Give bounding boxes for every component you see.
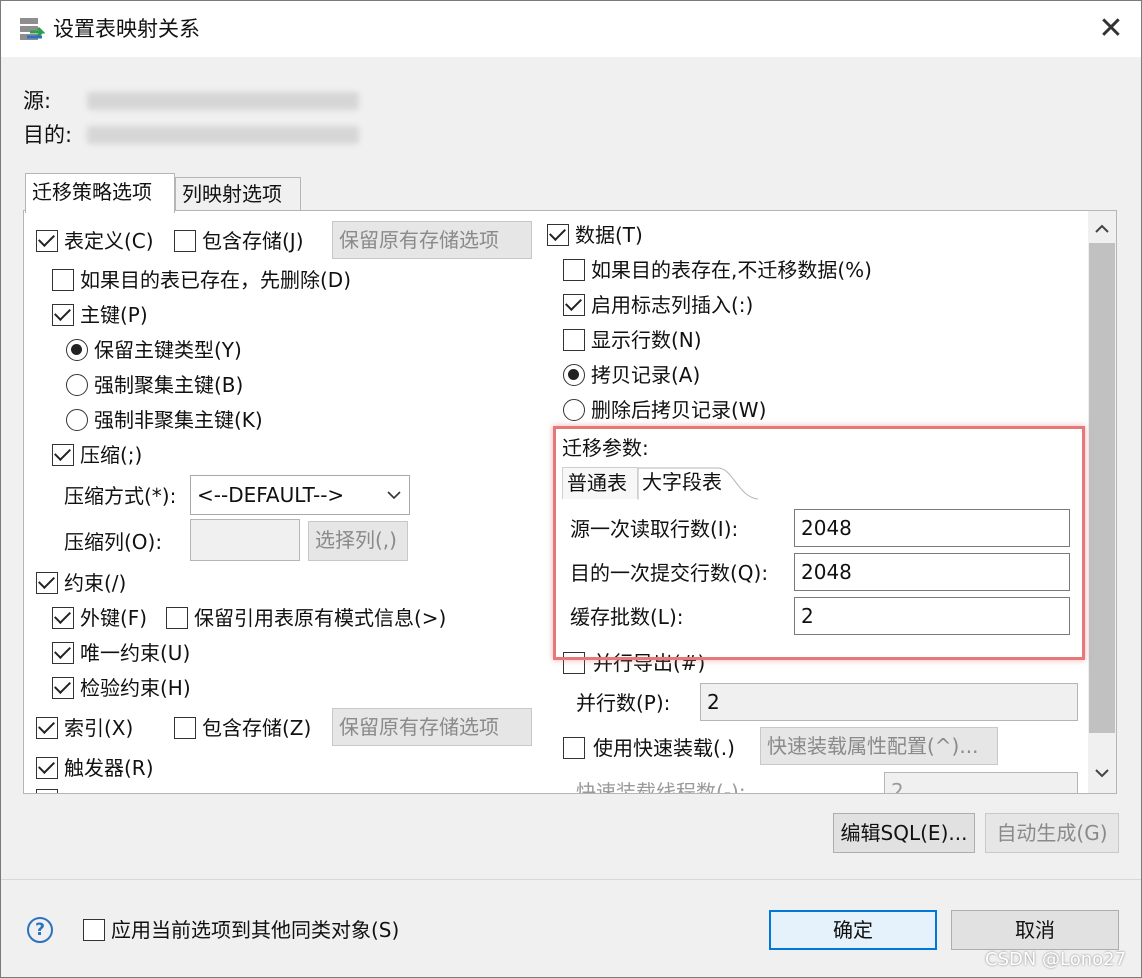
foreign-key-label: 外键(F) — [80, 606, 148, 630]
title-bar: 设置表映射关系 ✕ — [1, 1, 1141, 57]
fast-load-threads-label: 快速装载线程数(-): — [576, 780, 746, 794]
pk-keep-type-label: 保留主键类型(Y) — [94, 338, 242, 362]
auto-generate-button[interactable]: 自动生成(G) — [985, 813, 1119, 853]
index-label: 索引(X) — [64, 716, 134, 740]
pk-clustered-label: 强制聚集主键(B) — [94, 373, 244, 397]
compress-mode-label: 压缩方式(*): — [64, 484, 177, 508]
drop-if-exists-checkbox[interactable] — [52, 269, 74, 291]
watermark: CSDN @Lono27 — [985, 949, 1127, 970]
check-constraint-label: 检验约束(H) — [80, 676, 191, 700]
keep-storage-button-1[interactable]: 保留原有存储选项 — [332, 221, 532, 259]
tab-column-mapping[interactable]: 列映射选项 — [175, 177, 301, 211]
pk-clustered-radio[interactable] — [66, 374, 88, 396]
identity-insert-checkbox[interactable] — [563, 294, 585, 316]
copy-records-label: 拷贝记录(A) — [591, 363, 701, 387]
constraint-label: 约束(/) — [64, 571, 127, 595]
pk-keep-type-radio[interactable] — [66, 339, 88, 361]
foreign-key-checkbox[interactable] — [52, 607, 74, 629]
pk-nonclustered-radio[interactable] — [66, 409, 88, 431]
compress-cols-input[interactable] — [190, 519, 300, 561]
fast-load-threads-input[interactable]: 2 — [884, 772, 1078, 794]
copy-records-radio[interactable] — [563, 364, 585, 386]
data-checkbox[interactable] — [547, 224, 569, 246]
trigger-checkbox[interactable] — [36, 757, 58, 779]
parallel-count-value: 2 — [707, 690, 720, 714]
parallel-count-input[interactable]: 2 — [700, 683, 1078, 721]
show-rows-label: 显示行数(N) — [591, 328, 702, 352]
compress-label: 压缩(;) — [80, 443, 143, 467]
compress-cols-label: 压缩列(O): — [64, 530, 163, 554]
delete-then-copy-radio[interactable] — [563, 399, 585, 421]
next-option-checkbox-clipped[interactable] — [36, 789, 58, 793]
dialog-window: 设置表映射关系 ✕ 源: 目的: 迁移策略选项 列映射选项 表定义(C) 包含存… — [0, 0, 1142, 978]
compress-mode-value: <--DEFAULT--> — [197, 483, 345, 507]
include-storage-1-checkbox[interactable] — [174, 230, 196, 252]
identity-insert-label: 启用标志列插入(:) — [591, 293, 754, 317]
show-rows-checkbox[interactable] — [563, 329, 585, 351]
target-label: 目的: — [23, 123, 73, 147]
include-storage-1-label: 包含存储(J) — [202, 229, 304, 253]
keep-ref-schema-checkbox[interactable] — [166, 607, 188, 629]
chevron-down-icon[interactable] — [1089, 759, 1115, 789]
delete-then-copy-label: 删除后拷贝记录(W) — [591, 398, 767, 422]
highlight-box — [553, 426, 1085, 660]
constraint-checkbox[interactable] — [36, 572, 58, 594]
cancel-button[interactable]: 取消 — [951, 910, 1119, 950]
apply-all-label: 应用当前选项到其他同类对象(S) — [111, 918, 400, 942]
drop-if-exists-label: 如果目的表已存在，先删除(D) — [80, 268, 352, 292]
compress-checkbox[interactable] — [52, 444, 74, 466]
fast-load-checkbox[interactable] — [563, 737, 585, 759]
table-def-checkbox[interactable] — [36, 230, 58, 252]
primary-key-label: 主键(P) — [80, 303, 148, 327]
unique-label: 唯一约束(U) — [80, 641, 191, 665]
include-storage-2-checkbox[interactable] — [174, 717, 196, 739]
table-mapping-icon — [20, 18, 45, 40]
keep-ref-schema-label: 保留引用表原有模式信息(>) — [194, 606, 447, 630]
fast-load-config-button[interactable]: 快速装载属性配置(^)... — [760, 727, 998, 765]
apply-all-checkbox[interactable] — [83, 919, 105, 941]
chevron-down-icon — [387, 491, 401, 500]
fast-load-label: 使用快速装载(.) — [593, 736, 735, 760]
index-checkbox[interactable] — [36, 717, 58, 739]
table-def-label: 表定义(C) — [64, 229, 154, 253]
source-label: 源: — [23, 89, 52, 113]
skip-if-exists-label: 如果目的表存在,不迁移数据(%) — [591, 258, 872, 282]
chevron-up-icon[interactable] — [1089, 215, 1115, 245]
window-title: 设置表映射关系 — [53, 17, 200, 41]
parallel-count-label: 并行数(P): — [576, 691, 671, 715]
edit-sql-button[interactable]: 编辑SQL(E)... — [833, 813, 975, 853]
select-columns-button[interactable]: 选择列(,) — [308, 521, 408, 561]
scrollbar-thumb[interactable] — [1089, 243, 1115, 733]
close-icon[interactable]: ✕ — [1091, 9, 1131, 49]
check-constraint-checkbox[interactable] — [52, 677, 74, 699]
tab-migration-strategy[interactable]: 迁移策略选项 — [25, 173, 175, 213]
keep-storage-button-2[interactable]: 保留原有存储选项 — [332, 708, 532, 746]
compress-mode-select[interactable]: <--DEFAULT--> — [190, 475, 410, 515]
ok-button[interactable]: 确定 — [769, 910, 937, 950]
trigger-label: 触发器(R) — [64, 756, 154, 780]
footer-divider — [1, 879, 1141, 880]
source-value-redacted — [87, 92, 359, 110]
target-value-redacted — [87, 126, 359, 144]
skip-if-exists-checkbox[interactable] — [563, 259, 585, 281]
unique-checkbox[interactable] — [52, 642, 74, 664]
include-storage-2-label: 包含存储(Z) — [202, 716, 312, 740]
pk-nonclustered-label: 强制非聚集主键(K) — [94, 408, 263, 432]
fast-load-threads-value: 2 — [891, 779, 904, 794]
primary-key-checkbox[interactable] — [52, 304, 74, 326]
help-icon[interactable]: ? — [27, 917, 53, 943]
data-label: 数据(T) — [575, 223, 643, 247]
